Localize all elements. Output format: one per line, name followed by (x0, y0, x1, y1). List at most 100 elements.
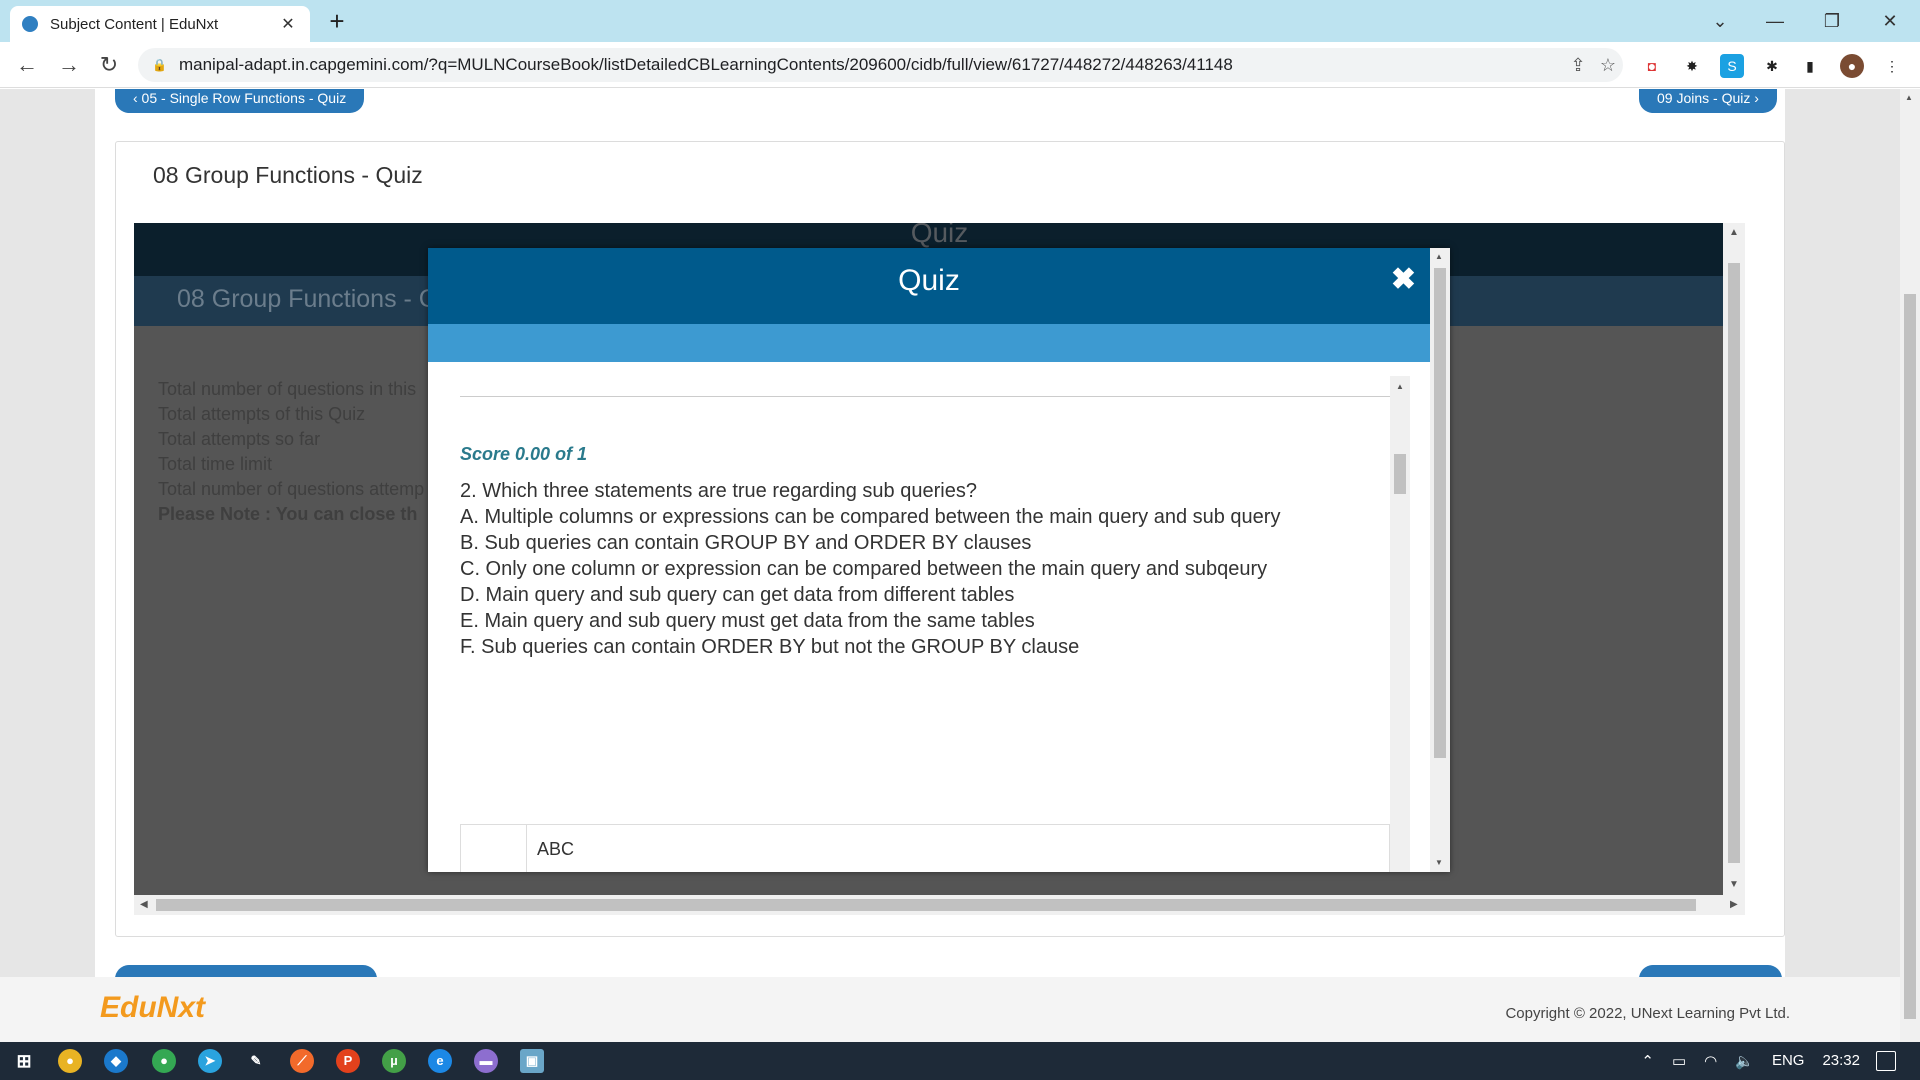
reload-icon[interactable]: ↻ (94, 50, 124, 80)
page-scrollbar[interactable]: ▲ (1900, 89, 1920, 1042)
page-title: 08 Group Functions - Quiz (153, 162, 423, 188)
scroll-left-icon[interactable]: ◀ (140, 899, 148, 910)
option-c: C. Only one column or expression can be … (460, 558, 1268, 580)
site-favicon-icon (22, 16, 38, 32)
battery-icon[interactable]: ▭ (1672, 1052, 1686, 1070)
wifi-icon[interactable]: ◠ (1704, 1052, 1717, 1070)
windows-start-icon[interactable]: ⊞ (12, 1049, 36, 1073)
bookmark-star-icon[interactable]: ☆ (1593, 55, 1623, 76)
browser-tab-strip: Subject Content | EduNxt ✕ + ⌄ — ❐ ✕ (0, 0, 1920, 42)
frame-header-title: Quiz (910, 223, 969, 248)
prev-quiz-button[interactable]: ‹ 05 - Single Row Functions - Quiz (115, 89, 365, 113)
window-close-button[interactable]: ✕ (1870, 6, 1910, 36)
tab-close-icon[interactable]: ✕ (278, 14, 298, 34)
extension-icon[interactable]: ✸ (1680, 54, 1704, 78)
scrollbar-thumb[interactable] (1904, 294, 1916, 1019)
forward-arrow-icon[interactable]: → (54, 50, 84, 80)
minimize-button[interactable]: — (1755, 6, 1795, 36)
edunxt-logo: EduNxt (100, 991, 205, 1024)
scroll-up-icon[interactable]: ▲ (1729, 227, 1739, 238)
tray-chevron-icon[interactable]: ⌃ (1641, 1052, 1654, 1070)
telegram-icon[interactable]: ➤ (198, 1049, 222, 1073)
chrome-icon[interactable]: ● (58, 1049, 82, 1073)
next-quiz-button[interactable]: 09 Joins - Quiz › (1639, 89, 1777, 113)
frame-vertical-scrollbar[interactable]: ▲ ▼ (1723, 223, 1745, 895)
volume-icon[interactable]: 🔈 (1735, 1052, 1754, 1070)
p-app-icon[interactable]: P (336, 1049, 360, 1073)
page-viewport: ‹ 05 - Single Row Functions - Quiz 09 Jo… (0, 89, 1920, 1042)
s-extension-icon[interactable]: S (1720, 54, 1744, 78)
windows-taskbar: ⊞ ● ◆ ● ➤ ✎ ⟋ P µ e ▬ ▣ ⌃ ▭ ◠ 🔈 ENG 23:3… (0, 1042, 1920, 1080)
frame-horizontal-scrollbar[interactable]: ◀ ▶ (134, 895, 1745, 915)
copyright-text: Copyright © 2022, UNext Learning Pvt Ltd… (1505, 1005, 1790, 1022)
answer-row: ABC (460, 824, 1390, 872)
scroll-down-icon[interactable]: ▼ (1435, 858, 1443, 867)
info-line: Total number of questions in this (158, 379, 417, 399)
puzzle-extensions-icon[interactable]: ✱ (1760, 54, 1784, 78)
info-note: Please Note : You can close th (158, 504, 418, 524)
divider (460, 396, 1390, 397)
quiz-modal: Quiz ✖ Score 0.00 of 1 2. Which three st… (428, 248, 1450, 872)
info-line: Total time limit (158, 454, 273, 474)
system-tray: ⌃ ▭ ◠ 🔈 ENG 23:32 (1641, 1052, 1860, 1070)
pen-app-icon[interactable]: ✎ (244, 1049, 268, 1073)
edge-icon[interactable]: e (428, 1049, 452, 1073)
lock-icon: 🔒 (152, 58, 167, 72)
modal-title: Quiz (898, 264, 960, 297)
utorrent-icon[interactable]: µ (382, 1049, 406, 1073)
option-d: D. Main query and sub query can get data… (460, 584, 1015, 606)
modal-header: Quiz ✖ (428, 248, 1430, 324)
url-text[interactable]: manipal-adapt.in.capgemini.com/?q=MULNCo… (179, 55, 1563, 75)
question-block: 2. Which three statements are true regar… (460, 478, 1280, 660)
side-panel-icon[interactable]: ▮ (1798, 54, 1822, 78)
quiz-info: Total number of questions in this Total … (158, 377, 424, 527)
scroll-up-icon[interactable]: ▲ (1435, 252, 1443, 261)
score-label: Score 0.00 of 1 (460, 444, 588, 464)
scroll-right-icon[interactable]: ▶ (1730, 899, 1738, 910)
frame-subheader-title: 08 Group Functions - C (177, 285, 437, 313)
clock[interactable]: 23:32 (1822, 1052, 1860, 1070)
info-line: Total number of questions attemp (158, 479, 425, 499)
scroll-up-icon[interactable]: ▲ (1905, 93, 1913, 102)
option-b: B. Sub queries can contain GROUP BY and … (460, 532, 1032, 554)
share-icon[interactable]: ⇪ (1563, 55, 1593, 76)
address-bar[interactable]: 🔒 manipal-adapt.in.capgemini.com/?q=MULN… (138, 48, 1623, 82)
question-scrollbar[interactable]: ▲ (1390, 376, 1410, 872)
scrollbar-thumb[interactable] (156, 899, 1696, 911)
tab-title: Subject Content | EduNxt (50, 15, 219, 33)
back-arrow-icon[interactable]: ← (12, 50, 42, 80)
menu-kebab-icon[interactable]: ⋮ (1880, 54, 1904, 78)
modal-scrollbar[interactable]: ▲ ▼ (1430, 248, 1450, 872)
photos-icon[interactable]: ▣ (520, 1049, 544, 1073)
site-footer: EduNxt Copyright © 2022, UNext Learning … (0, 977, 1900, 1042)
vscode-icon[interactable]: ◆ (104, 1049, 128, 1073)
answer-value: ABC (537, 839, 575, 859)
pocket-extension-icon[interactable]: ◘ (1640, 54, 1664, 78)
browser-tab[interactable]: Subject Content | EduNxt ✕ (10, 6, 310, 42)
postman-icon[interactable]: ⟋ (290, 1049, 314, 1073)
modal-close-icon[interactable]: ✖ (1391, 262, 1416, 297)
tab-search-icon[interactable]: ⌄ (1700, 6, 1740, 36)
new-tab-button[interactable]: + (322, 6, 352, 36)
scroll-up-icon[interactable]: ▲ (1396, 382, 1404, 391)
app-icon[interactable]: ▬ (474, 1049, 498, 1073)
restore-button[interactable]: ❐ (1812, 6, 1852, 36)
scrollbar-thumb[interactable] (1728, 263, 1740, 863)
option-e: E. Main query and sub query must get dat… (460, 610, 1035, 632)
option-f: F. Sub queries can contain ORDER BY but … (460, 636, 1080, 658)
chrome-active-icon[interactable]: ● (152, 1049, 176, 1073)
modal-bar (428, 324, 1430, 362)
question-panel: Score 0.00 of 1 2. Which three statement… (460, 376, 1390, 872)
question-text: 2. Which three statements are true regar… (460, 480, 977, 502)
language-indicator[interactable]: ENG (1772, 1052, 1805, 1070)
scrollbar-thumb[interactable] (1394, 454, 1406, 494)
info-line: Total attempts of this Quiz (158, 404, 366, 424)
notifications-icon[interactable] (1876, 1051, 1896, 1071)
answer-cell (461, 825, 527, 872)
option-a: A. Multiple columns or expressions can b… (460, 506, 1281, 528)
scroll-down-icon[interactable]: ▼ (1729, 879, 1739, 890)
info-line: Total attempts so far (158, 429, 321, 449)
profile-avatar[interactable]: ● (1840, 54, 1864, 78)
browser-toolbar: ← → ↻ 🔒 manipal-adapt.in.capgemini.com/?… (0, 42, 1920, 88)
scrollbar-thumb[interactable] (1434, 268, 1446, 758)
